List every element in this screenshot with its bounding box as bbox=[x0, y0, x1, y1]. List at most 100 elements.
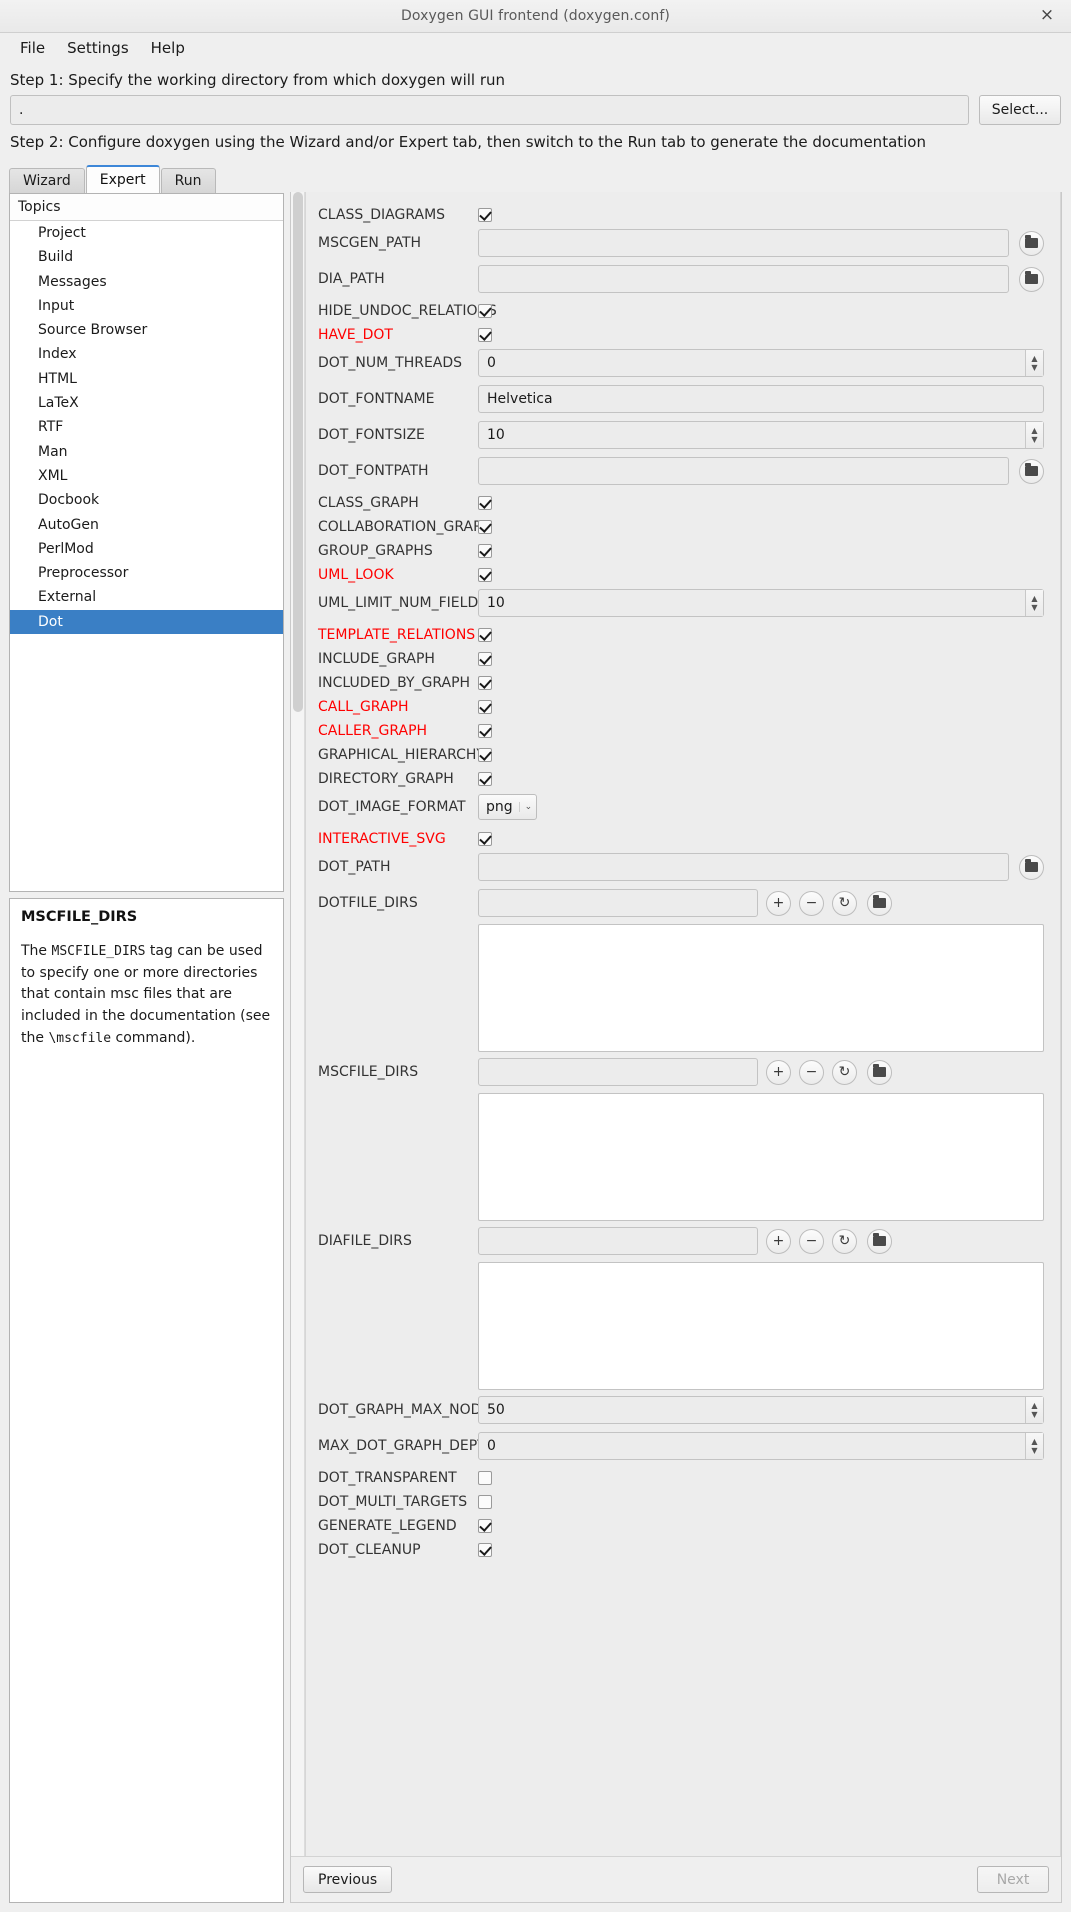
setting-template-relations: TEMPLATE_RELATIONS bbox=[318, 624, 1044, 646]
sidebar-item-index[interactable]: Index bbox=[10, 342, 283, 366]
spinner-dot-num-threads[interactable]: 0 ▲ ▼ bbox=[478, 349, 1044, 377]
checkbox-dot-cleanup[interactable] bbox=[478, 1543, 492, 1557]
setting-caller-graph: CALLER_GRAPH bbox=[318, 720, 1044, 742]
checkbox-graphical-hierarchy[interactable] bbox=[478, 748, 492, 762]
sidebar-item-docbook[interactable]: Docbook bbox=[10, 488, 283, 512]
checkbox-included-by-graph[interactable] bbox=[478, 676, 492, 690]
working-directory-input[interactable]: . bbox=[10, 95, 969, 125]
sidebar-item-html[interactable]: HTML bbox=[10, 367, 283, 391]
refresh-icon-dotfile-dirs[interactable]: ↻ bbox=[832, 890, 857, 916]
listbox-mscfile-dirs[interactable] bbox=[478, 1093, 1044, 1221]
folder-icon-mscgen-path[interactable] bbox=[1019, 230, 1044, 256]
checkbox-have-dot[interactable] bbox=[478, 328, 492, 342]
spinner-arrows-icon[interactable]: ▲ ▼ bbox=[1025, 1433, 1043, 1459]
folder-icon-diafile-dirs[interactable] bbox=[867, 1228, 892, 1254]
menu-file[interactable]: File bbox=[9, 36, 56, 60]
listbox-dotfile-dirs[interactable] bbox=[478, 924, 1044, 1052]
help-title: MSCFILE_DIRS bbox=[21, 909, 138, 925]
setting-dot-fontpath: DOT_FONTPATH bbox=[318, 456, 1044, 486]
sidebar-item-external[interactable]: External bbox=[10, 585, 283, 609]
checkbox-uml-look[interactable] bbox=[478, 568, 492, 582]
remove-icon-dotfile-dirs[interactable]: − bbox=[799, 890, 824, 916]
checkbox-directory-graph[interactable] bbox=[478, 772, 492, 786]
remove-icon-diafile-dirs[interactable]: − bbox=[799, 1228, 824, 1254]
checkbox-caller-graph[interactable] bbox=[478, 724, 492, 738]
sidebar-item-man[interactable]: Man bbox=[10, 440, 283, 464]
spinner-uml-limit-num-fields[interactable]: 10 ▲ ▼ bbox=[478, 589, 1044, 617]
folder-icon-dotfile-dirs[interactable] bbox=[867, 890, 892, 916]
label-generate-legend: GENERATE_LEGEND bbox=[318, 1518, 457, 1534]
tab-expert[interactable]: Expert bbox=[85, 165, 160, 193]
spinner-arrows-icon[interactable]: ▲ ▼ bbox=[1025, 422, 1043, 448]
previous-button[interactable]: Previous bbox=[303, 1866, 393, 1893]
folder-icon-mscfile-dirs[interactable] bbox=[867, 1059, 892, 1085]
spinner-dot-fontsize[interactable]: 10 ▲ ▼ bbox=[478, 421, 1044, 449]
checkbox-dot-multi-targets[interactable] bbox=[478, 1495, 492, 1509]
sidebar-item-project[interactable]: Project bbox=[10, 221, 283, 245]
setting-directory-graph: DIRECTORY_GRAPH bbox=[318, 768, 1044, 790]
setting-included-by-graph: INCLUDED_BY_GRAPH bbox=[318, 672, 1044, 694]
folder-icon-dot-path[interactable] bbox=[1019, 854, 1044, 880]
input-dot-path[interactable] bbox=[478, 853, 1009, 881]
spinner-arrows-icon[interactable]: ▲ ▼ bbox=[1025, 1397, 1043, 1423]
close-icon[interactable]: × bbox=[1037, 6, 1057, 26]
checkbox-hide-undoc-relations[interactable] bbox=[478, 304, 492, 318]
checkbox-group-graphs[interactable] bbox=[478, 544, 492, 558]
checkbox-call-graph[interactable] bbox=[478, 700, 492, 714]
spinner-max-dot-graph-depth[interactable]: 0 ▲ ▼ bbox=[478, 1432, 1044, 1460]
sidebar-item-autogen[interactable]: AutoGen bbox=[10, 513, 283, 537]
input-mscgen-path[interactable] bbox=[478, 229, 1009, 257]
spinner-arrows-icon[interactable]: ▲ ▼ bbox=[1025, 350, 1043, 376]
input-dot-fontname[interactable]: Helvetica bbox=[478, 385, 1044, 413]
menu-help[interactable]: Help bbox=[140, 36, 196, 60]
sidebar-item-latex[interactable]: LaTeX bbox=[10, 391, 283, 415]
sidebar-item-rtf[interactable]: RTF bbox=[10, 415, 283, 439]
folder-glyph bbox=[1025, 859, 1038, 872]
input-dotfile-dirs[interactable] bbox=[478, 889, 758, 917]
settings-scrollbar[interactable] bbox=[291, 192, 305, 1856]
input-mscfile-dirs[interactable] bbox=[478, 1058, 758, 1086]
label-uml-limit-num-fields: UML_LIMIT_NUM_FIELDS bbox=[318, 595, 488, 611]
add-icon-dotfile-dirs[interactable]: + bbox=[766, 890, 791, 916]
tab-wizard[interactable]: Wizard bbox=[9, 168, 85, 193]
input-dot-fontpath[interactable] bbox=[478, 457, 1009, 485]
checkbox-collaboration-graph[interactable] bbox=[478, 520, 492, 534]
checkbox-template-relations[interactable] bbox=[478, 628, 492, 642]
value-dot-graph-max-nodes: 50 bbox=[487, 1402, 505, 1418]
scrollbar-thumb[interactable] bbox=[293, 192, 303, 712]
spinner-dot-graph-max-nodes[interactable]: 50 ▲ ▼ bbox=[478, 1396, 1044, 1424]
tab-run[interactable]: Run bbox=[160, 168, 216, 193]
input-diafile-dirs[interactable] bbox=[478, 1227, 758, 1255]
checkbox-class-graph[interactable] bbox=[478, 496, 492, 510]
refresh-icon-mscfile-dirs[interactable]: ↻ bbox=[832, 1059, 857, 1085]
listbox-diafile-dirs[interactable] bbox=[478, 1262, 1044, 1390]
label-include-graph: INCLUDE_GRAPH bbox=[318, 651, 435, 667]
remove-icon-mscfile-dirs[interactable]: − bbox=[799, 1059, 824, 1085]
refresh-icon-diafile-dirs[interactable]: ↻ bbox=[832, 1228, 857, 1254]
spinner-arrows-icon[interactable]: ▲ ▼ bbox=[1025, 590, 1043, 616]
sidebar-item-perlmod[interactable]: PerlMod bbox=[10, 537, 283, 561]
checkbox-interactive-svg[interactable] bbox=[478, 832, 492, 846]
checkbox-dot-transparent[interactable] bbox=[478, 1471, 492, 1485]
checkbox-generate-legend[interactable] bbox=[478, 1519, 492, 1533]
input-dia-path[interactable] bbox=[478, 265, 1009, 293]
add-icon-diafile-dirs[interactable]: + bbox=[766, 1228, 791, 1254]
working-directory-row: . Select... bbox=[0, 95, 1071, 125]
sidebar-item-dot[interactable]: Dot bbox=[10, 609, 283, 635]
sidebar-item-xml[interactable]: XML bbox=[10, 464, 283, 488]
sidebar-item-preprocessor[interactable]: Preprocessor bbox=[10, 561, 283, 585]
sidebar-item-messages[interactable]: Messages bbox=[10, 270, 283, 294]
sidebar-item-input[interactable]: Input bbox=[10, 294, 283, 318]
label-dot-num-threads: DOT_NUM_THREADS bbox=[318, 355, 463, 371]
select-directory-button[interactable]: Select... bbox=[979, 95, 1061, 125]
folder-icon-dia-path[interactable] bbox=[1019, 266, 1044, 292]
menu-settings[interactable]: Settings bbox=[56, 36, 140, 60]
add-icon-mscfile-dirs[interactable]: + bbox=[766, 1059, 791, 1085]
folder-icon-dot-fontpath[interactable] bbox=[1019, 458, 1044, 484]
sidebar-item-build[interactable]: Build bbox=[10, 245, 283, 269]
next-button[interactable]: Next bbox=[977, 1866, 1049, 1893]
checkbox-include-graph[interactable] bbox=[478, 652, 492, 666]
checkbox-class-diagrams[interactable] bbox=[478, 208, 492, 222]
dropdown-dot-image-format[interactable]: png ⌄ bbox=[478, 794, 538, 820]
sidebar-item-source-browser[interactable]: Source Browser bbox=[10, 318, 283, 342]
